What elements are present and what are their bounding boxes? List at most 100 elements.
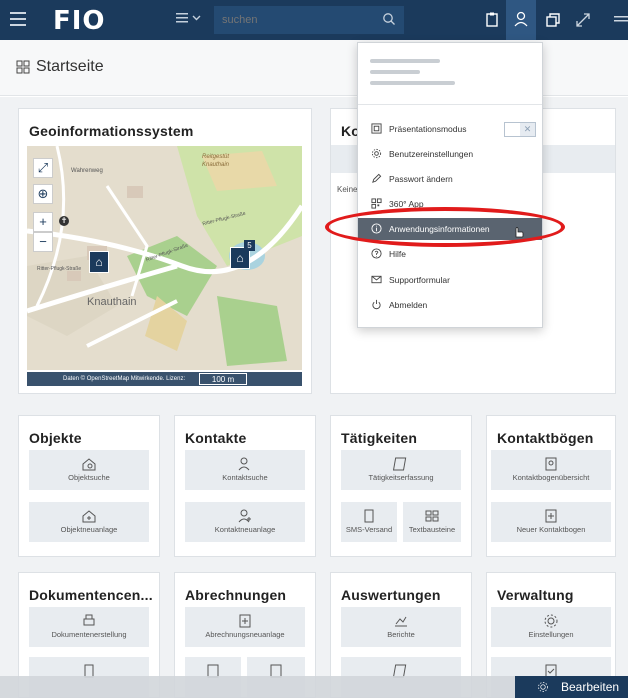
map-label: Reitgestüt	[202, 154, 230, 160]
card-title: Verwaltung	[497, 587, 574, 603]
contacts-card: Kontakte Kontaktsuche Kontaktneuanlage	[174, 415, 316, 557]
gear-icon	[538, 682, 548, 692]
tile-label: SMS-Versand	[345, 525, 393, 534]
contact-create-tile[interactable]: Kontaktneuanlage	[185, 502, 305, 542]
list-icon	[176, 13, 201, 23]
card-title: Dokumentencen...	[29, 587, 153, 603]
person-add-icon	[238, 509, 251, 523]
edit-note-icon	[393, 457, 407, 471]
church-icon: ✝	[59, 216, 69, 226]
toggle-knob: ✕	[520, 123, 535, 136]
map-scale: 100 m	[199, 373, 247, 385]
dashboard-grid-icon	[16, 60, 30, 74]
gear-icon	[544, 614, 558, 628]
presentation-mode-toggle[interactable]: ✕	[504, 122, 536, 137]
menu-item-support-form[interactable]: Supportformular	[358, 269, 542, 291]
tile-label: Tätigkeitserfassung	[368, 473, 434, 482]
tile-label: Textbausteine	[408, 525, 456, 534]
user-icon	[514, 11, 528, 27]
zoom-out-button[interactable]: −	[33, 232, 53, 252]
object-create-tile[interactable]: Objektneuanlage	[29, 502, 149, 542]
windows-icon[interactable]	[543, 10, 563, 30]
tile-label: Abrechnungsneuanlage	[205, 630, 285, 639]
activities-card: Tätigkeiten Tätigkeitserfassung SMS-Vers…	[330, 415, 472, 557]
card-title: Objekte	[29, 430, 82, 446]
tile-label: Neuer Kontaktbogen	[516, 525, 586, 534]
house-search-icon	[82, 458, 96, 471]
power-icon	[372, 299, 381, 310]
activity-capture-tile[interactable]: Tätigkeitserfassung	[341, 450, 461, 490]
menu-item-label: Benutzereinstellungen	[389, 149, 474, 159]
card-title: Geoinformationssystem	[29, 123, 194, 139]
line-chart-icon	[395, 616, 407, 627]
menu-item-logout[interactable]: Abmelden	[358, 294, 542, 316]
help-icon	[371, 248, 382, 259]
top-bar: FIO	[0, 0, 628, 40]
sms-icon	[364, 509, 374, 523]
reports-tile[interactable]: Berichte	[341, 607, 461, 647]
billing-create-tile[interactable]: Abrechnungsneuanlage	[185, 607, 305, 647]
marker-count-badge: 5	[244, 240, 255, 251]
menu-item-user-settings[interactable]: Benutzereinstellungen	[358, 143, 542, 165]
map-label: Wahrenweg	[71, 168, 103, 174]
redacted-user-name	[370, 59, 440, 63]
map-attribution: Daten © OpenStreetMap Mitwirkende. Lizen…	[63, 376, 186, 382]
app-logo[interactable]: FIO	[53, 6, 106, 36]
object-search-tile[interactable]: Objektsuche	[29, 450, 149, 490]
qr-code-icon	[371, 198, 382, 209]
contact-search-tile[interactable]: Kontaktsuche	[185, 450, 305, 490]
more-menu-icon[interactable]	[608, 10, 628, 30]
tile-label: Berichte	[387, 630, 415, 639]
redacted-user-detail	[370, 70, 420, 74]
map-label: Knauthain	[202, 162, 230, 168]
map-label: Ritter-Pflugk-Straße	[37, 266, 82, 272]
card-title: Kontaktbögen	[497, 430, 594, 446]
tile-label: Objektneuanlage	[60, 525, 118, 534]
contact-card-empty-text: Keine	[337, 185, 358, 194]
menu-item-label: Abmelden	[389, 300, 428, 310]
card-title: Auswertungen	[341, 587, 441, 603]
tile-label: Objektsuche	[68, 473, 110, 482]
house-add-icon	[82, 510, 96, 523]
redacted-user-email	[370, 81, 455, 85]
text-blocks-icon	[425, 510, 439, 522]
menu-icon[interactable]	[10, 12, 26, 26]
contact-sheet-overview-tile[interactable]: Kontaktbogenübersicht	[491, 450, 611, 490]
zoom-in-button[interactable]: +	[33, 212, 53, 232]
contact-sheets-card: Kontaktbögen Kontaktbogenübersicht Neuer…	[486, 415, 616, 557]
menu-item-presentation-mode[interactable]: Präsentationsmodus ✕	[358, 118, 542, 140]
new-contact-sheet-tile[interactable]: Neuer Kontaktbogen	[491, 502, 611, 542]
user-menu-button[interactable]	[506, 0, 536, 40]
mail-icon	[371, 275, 382, 284]
tile-label: Kontaktbogenübersicht	[512, 473, 590, 482]
settings-tile[interactable]: Einstellungen	[491, 607, 611, 647]
menu-item-change-password[interactable]: Passwort ändern	[358, 168, 542, 190]
clipboard-icon[interactable]	[482, 10, 502, 30]
invoice-add-icon	[239, 614, 251, 628]
fullscreen-icon[interactable]: ⤢	[33, 158, 53, 178]
edit-dashboard-button[interactable]: Bearbeiten	[515, 676, 628, 698]
tile-label: Kontaktsuche	[222, 473, 268, 482]
map-view[interactable]: Reitgestüt Knauthain Wahrenweg Ritter-Pf…	[27, 146, 302, 386]
objects-card: Objekte Objektsuche Objektneuanlage	[18, 415, 160, 557]
pencil-icon	[372, 173, 382, 183]
expand-icon[interactable]	[573, 10, 593, 30]
text-blocks-tile[interactable]: Textbausteine	[403, 502, 461, 542]
card-title: Kontakte	[185, 430, 247, 446]
menu-item-label: Hilfe	[389, 249, 407, 259]
tile-label: Dokumentenerstellung	[51, 630, 127, 639]
user-info-block	[358, 43, 542, 105]
menu-item-label: Passwort ändern	[389, 174, 453, 184]
locate-icon[interactable]: ⊕	[33, 184, 53, 204]
document-create-tile[interactable]: Dokumentenerstellung	[29, 607, 149, 647]
tile-label: Einstellungen	[528, 630, 574, 639]
list-view-select[interactable]	[175, 10, 205, 29]
search-icon[interactable]	[382, 12, 396, 26]
search-input[interactable]	[214, 6, 404, 34]
map-label-town: Knauthain	[87, 296, 137, 308]
house-marker-icon[interactable]: ⌂	[89, 251, 109, 273]
map-footer: Daten © OpenStreetMap Mitwirkende. Lizen…	[27, 372, 302, 386]
menu-item-label: Präsentationsmodus	[389, 124, 467, 134]
sms-tile[interactable]: SMS-Versand	[341, 502, 397, 542]
menu-item-label: Supportformular	[389, 275, 450, 285]
